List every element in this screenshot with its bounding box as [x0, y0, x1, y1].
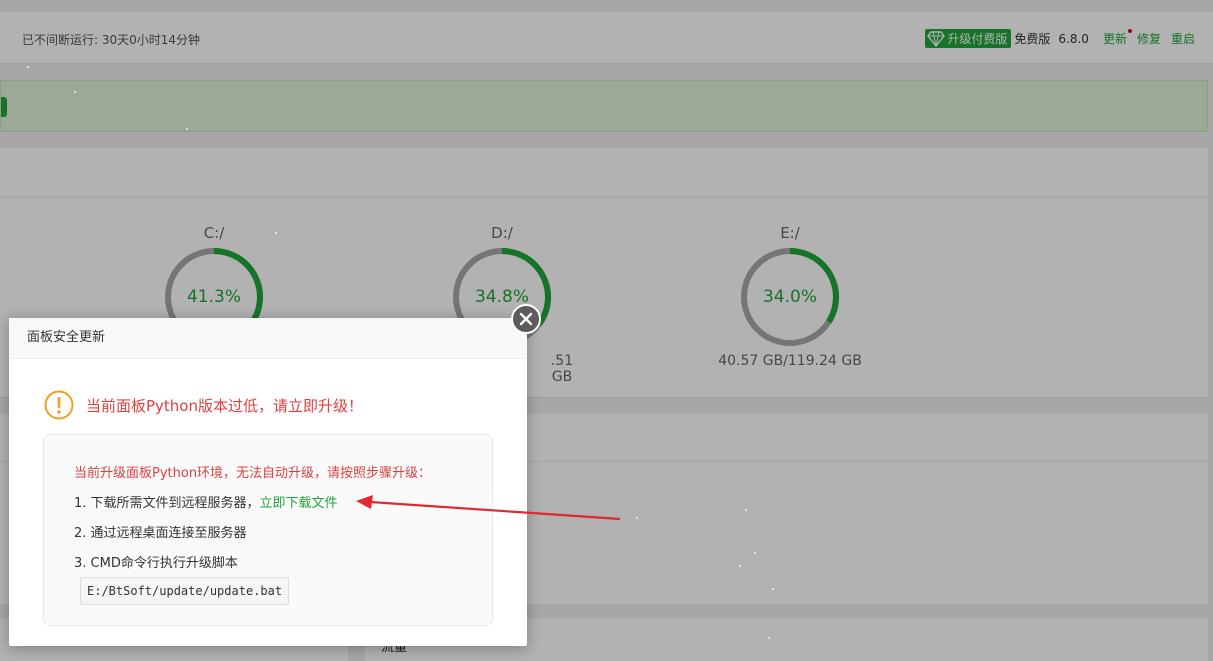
close-button[interactable]	[511, 304, 541, 334]
dust-speck	[739, 565, 741, 567]
dust-speck	[772, 588, 774, 590]
dust-speck	[27, 66, 29, 68]
dust-speck	[754, 552, 756, 554]
dust-speck	[186, 128, 188, 130]
steps-intro: 当前升级面板Python环境，无法自动升级，请按照步骤升级：	[74, 466, 432, 481]
warning-message: 当前面板Python版本过低，请立即升级！	[86, 396, 363, 415]
dust-speck	[275, 232, 277, 234]
dust-speck	[636, 517, 638, 519]
warning-row: 当前面板Python版本过低，请立即升级！	[44, 390, 363, 420]
download-file-link[interactable]: 立即下载文件	[260, 496, 338, 511]
step-1: 1. 下载所需文件到远程服务器，立即下载文件	[74, 492, 338, 511]
close-icon	[519, 312, 533, 326]
dust-speck	[768, 637, 770, 639]
step-2: 2. 通过远程桌面连接至服务器	[74, 526, 247, 541]
security-update-dialog: 面板安全更新 当前面板Python版本过低，请立即升级！ 当前升级面板Pytho…	[9, 304, 541, 646]
dust-speck	[745, 509, 747, 511]
upgrade-steps-box: 当前升级面板Python环境，无法自动升级，请按照步骤升级： 1. 下载所需文件…	[43, 434, 493, 626]
dialog-title: 面板安全更新	[9, 318, 527, 359]
step-1-text: 1. 下载所需文件到远程服务器，	[74, 496, 260, 511]
command-code[interactable]: E:/BtSoft/update/update.bat	[80, 577, 290, 605]
step-3: 3. CMD命令行执行升级脚本	[74, 556, 238, 571]
warning-icon	[44, 390, 74, 420]
dust-speck	[74, 91, 76, 93]
